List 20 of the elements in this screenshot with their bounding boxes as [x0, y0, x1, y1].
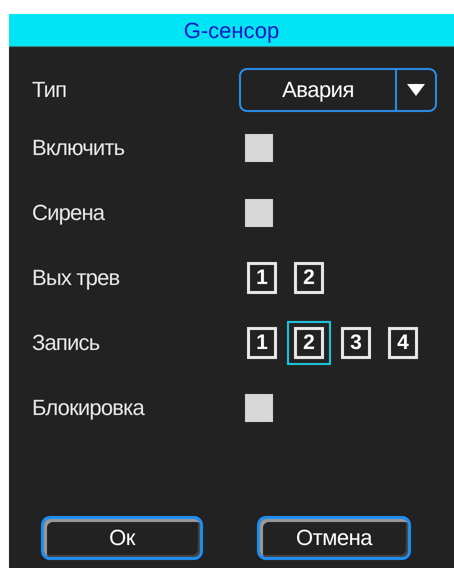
channel-toggle[interactable]: 1	[240, 256, 284, 300]
ok-button[interactable]: Ок	[41, 516, 203, 560]
checkbox[interactable]	[245, 394, 273, 422]
cancel-button[interactable]: Отмена	[257, 516, 411, 560]
field-label: Блокировка	[32, 394, 146, 420]
field-label: Тип	[32, 77, 68, 103]
channel-toggle[interactable]: 2	[287, 320, 331, 364]
channel-toggle[interactable]: 4	[381, 320, 425, 364]
channel-toggle[interactable]: 3	[334, 320, 378, 364]
checkbox[interactable]	[245, 198, 273, 226]
channel-toggle[interactable]: 1	[240, 320, 284, 364]
field-label: Запись	[32, 330, 100, 356]
checkbox[interactable]	[245, 134, 273, 162]
caret-icon	[406, 83, 426, 97]
field-label: Вых трев	[32, 264, 120, 290]
channel-toggle[interactable]: 2	[287, 256, 331, 300]
dialog-title: G-сенсор	[9, 14, 454, 47]
type-dropdown[interactable]: Авария	[239, 68, 437, 112]
field-label: Сирена	[32, 200, 106, 226]
field-label: Включить	[32, 134, 126, 160]
